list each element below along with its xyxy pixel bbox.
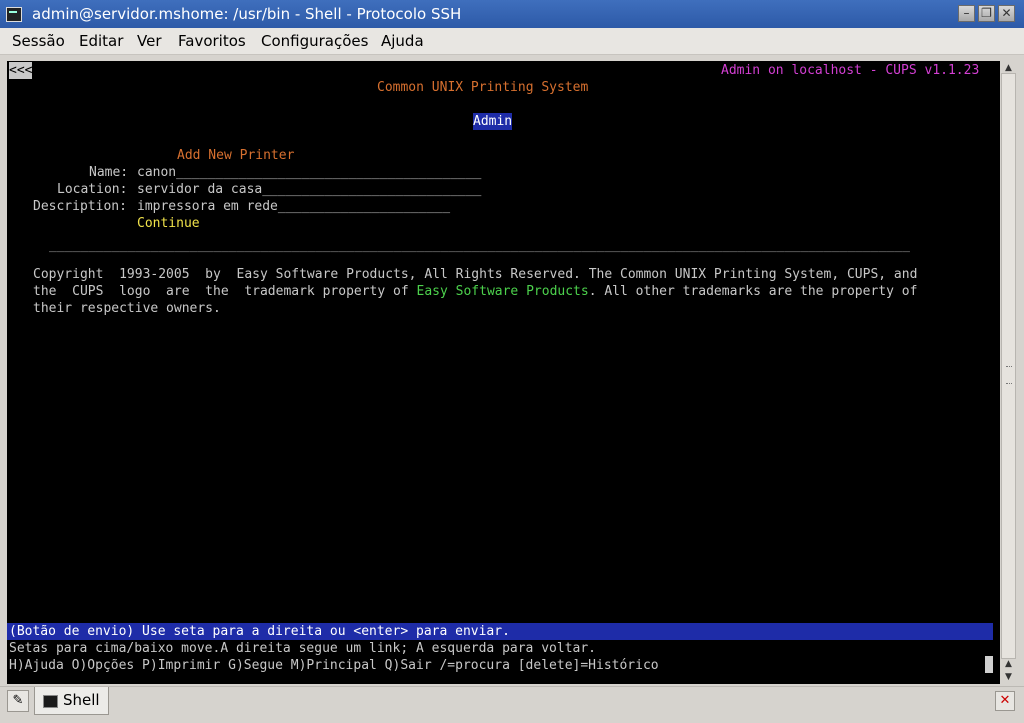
back-link[interactable]: <<<: [9, 62, 33, 79]
vertical-scrollbar[interactable]: ▲ ▲ ▼: [1000, 61, 1017, 684]
menu-ver[interactable]: Ver: [137, 32, 162, 50]
form-title: Add New Printer: [177, 148, 295, 163]
description-label: Description:: [33, 199, 127, 214]
menu-ajuda[interactable]: Ajuda: [381, 32, 424, 50]
close-session-button[interactable]: ✕: [995, 691, 1015, 711]
menu-favoritos[interactable]: Favoritos: [178, 32, 246, 50]
name-label: Name:: [89, 165, 129, 180]
header-status: Admin on localhost - CUPS v1.1.23: [721, 63, 980, 78]
help-line-1: Setas para cima/baixo move.A direita seg…: [9, 641, 596, 656]
window-titlebar: admin@servidor.mshome: /usr/bin - Shell …: [0, 0, 1024, 28]
name-field[interactable]: canon___________________________________…: [137, 164, 481, 181]
description-field-value: impressora em rede: [137, 199, 278, 214]
grip-icon: [1006, 366, 1012, 384]
menu-sessao[interactable]: Sessão: [12, 32, 65, 50]
window-title: admin@servidor.mshome: /usr/bin - Shell …: [32, 5, 462, 23]
terminal-app-icon: [6, 7, 22, 22]
tab-shell[interactable]: Shell: [34, 687, 109, 715]
scroll-up-icon-bottom[interactable]: ▲: [1000, 657, 1017, 671]
easy-software-link[interactable]: Easy Software Products: [417, 284, 589, 299]
close-button[interactable]: ✕: [998, 5, 1015, 22]
tab-shell-label: Shell: [63, 691, 100, 709]
menu-configuracoes[interactable]: Configurações: [261, 32, 368, 50]
copyright-line-3: their respective owners.: [33, 301, 221, 316]
menubar: Sessão Editar Ver Favoritos Configuraçõe…: [0, 28, 1024, 55]
terminal-icon: [43, 695, 58, 708]
new-session-button[interactable]: ✎: [7, 690, 29, 712]
admin-link[interactable]: Admin: [473, 113, 513, 130]
status-line: (Botão de envio) Use seta para a direita…: [9, 624, 510, 639]
scroll-thumb[interactable]: [1001, 73, 1016, 659]
horizontal-rule: ________________________________________…: [49, 238, 910, 253]
copyright-suffix: . All other trademarks are the property …: [588, 284, 918, 299]
tab-bar: ✎ Shell ✕: [0, 686, 1024, 723]
description-field[interactable]: impressora em rede______________________: [137, 198, 450, 215]
maximize-button[interactable]: ❐: [978, 5, 995, 22]
terminal-screen[interactable]: <<< Admin on localhost - CUPS v1.1.23 Co…: [7, 61, 1000, 684]
location-field-value: servidor da casa: [137, 182, 263, 197]
text-cursor: [985, 656, 993, 673]
copyright-line-2: the CUPS logo are the trademark property…: [33, 283, 917, 300]
help-line-2: H)Ajuda O)Opções P)Imprimir G)Segue M)Pr…: [9, 658, 659, 673]
location-field[interactable]: servidor da casa________________________…: [137, 181, 481, 198]
name-field-value: canon: [137, 165, 177, 180]
scroll-down-icon[interactable]: ▼: [1000, 670, 1017, 684]
system-title-link[interactable]: Common UNIX Printing System: [377, 79, 588, 96]
copyright-line-1: Copyright 1993-2005 by Easy Software Pro…: [33, 267, 918, 282]
location-label: Location:: [57, 182, 128, 197]
minimize-button[interactable]: –: [958, 5, 975, 22]
continue-button[interactable]: Continue: [137, 215, 200, 232]
copyright-prefix: the CUPS logo are the trademark property…: [33, 284, 417, 299]
menu-editar[interactable]: Editar: [79, 32, 123, 50]
